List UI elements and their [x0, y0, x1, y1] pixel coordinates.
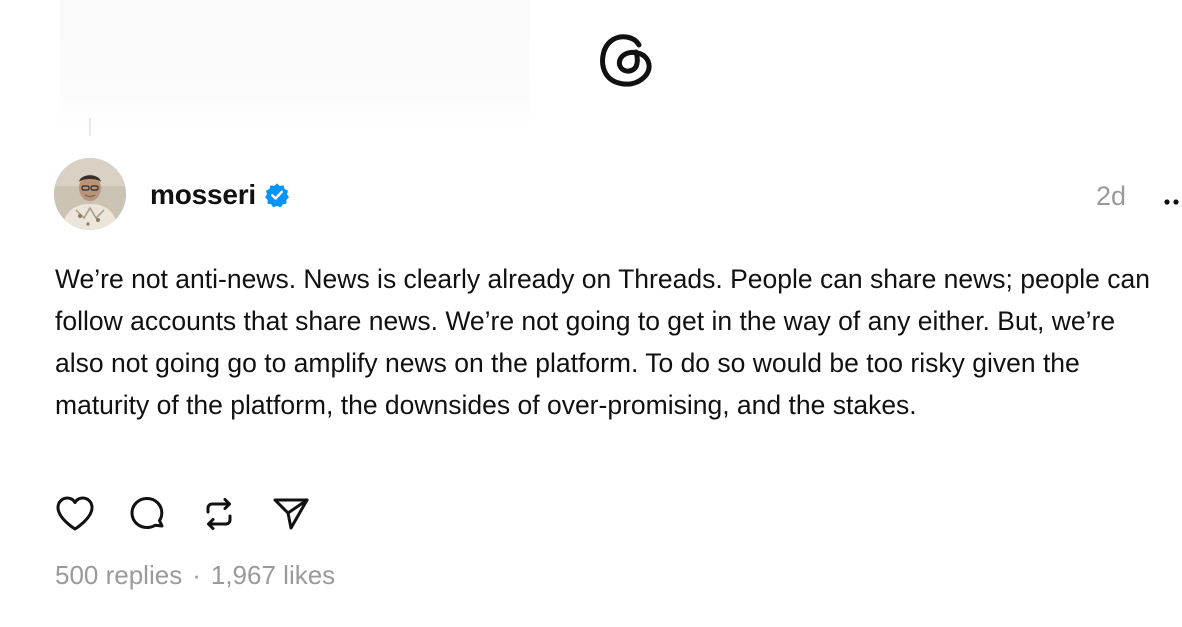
replies-count[interactable]: 500 replies [55, 560, 182, 590]
repost-button[interactable] [198, 495, 240, 537]
comment-icon [126, 493, 168, 540]
avatar[interactable] [54, 158, 126, 230]
more-options-icon[interactable] [1163, 193, 1182, 205]
post-actions [54, 495, 342, 537]
stats-separator: · [192, 560, 201, 590]
send-icon [270, 493, 312, 540]
previous-post-fade [60, 0, 530, 132]
post-author: mosseri [150, 178, 290, 212]
verified-badge-icon [264, 182, 290, 208]
thread-connector-line [89, 118, 91, 136]
reply-button[interactable] [126, 495, 168, 537]
likes-count[interactable]: 1,967 likes [211, 560, 335, 590]
threads-logo-icon[interactable] [597, 28, 655, 90]
repost-icon [198, 493, 240, 540]
post-timestamp[interactable]: 2d [1096, 180, 1126, 212]
share-button[interactable] [270, 495, 312, 537]
username[interactable]: mosseri [150, 178, 256, 212]
like-button[interactable] [54, 495, 96, 537]
post-body-text: We’re not anti-news. News is clearly alr… [55, 264, 1150, 420]
heart-icon [54, 493, 96, 540]
post-stats: 500 replies · 1,967 likes [55, 559, 335, 591]
